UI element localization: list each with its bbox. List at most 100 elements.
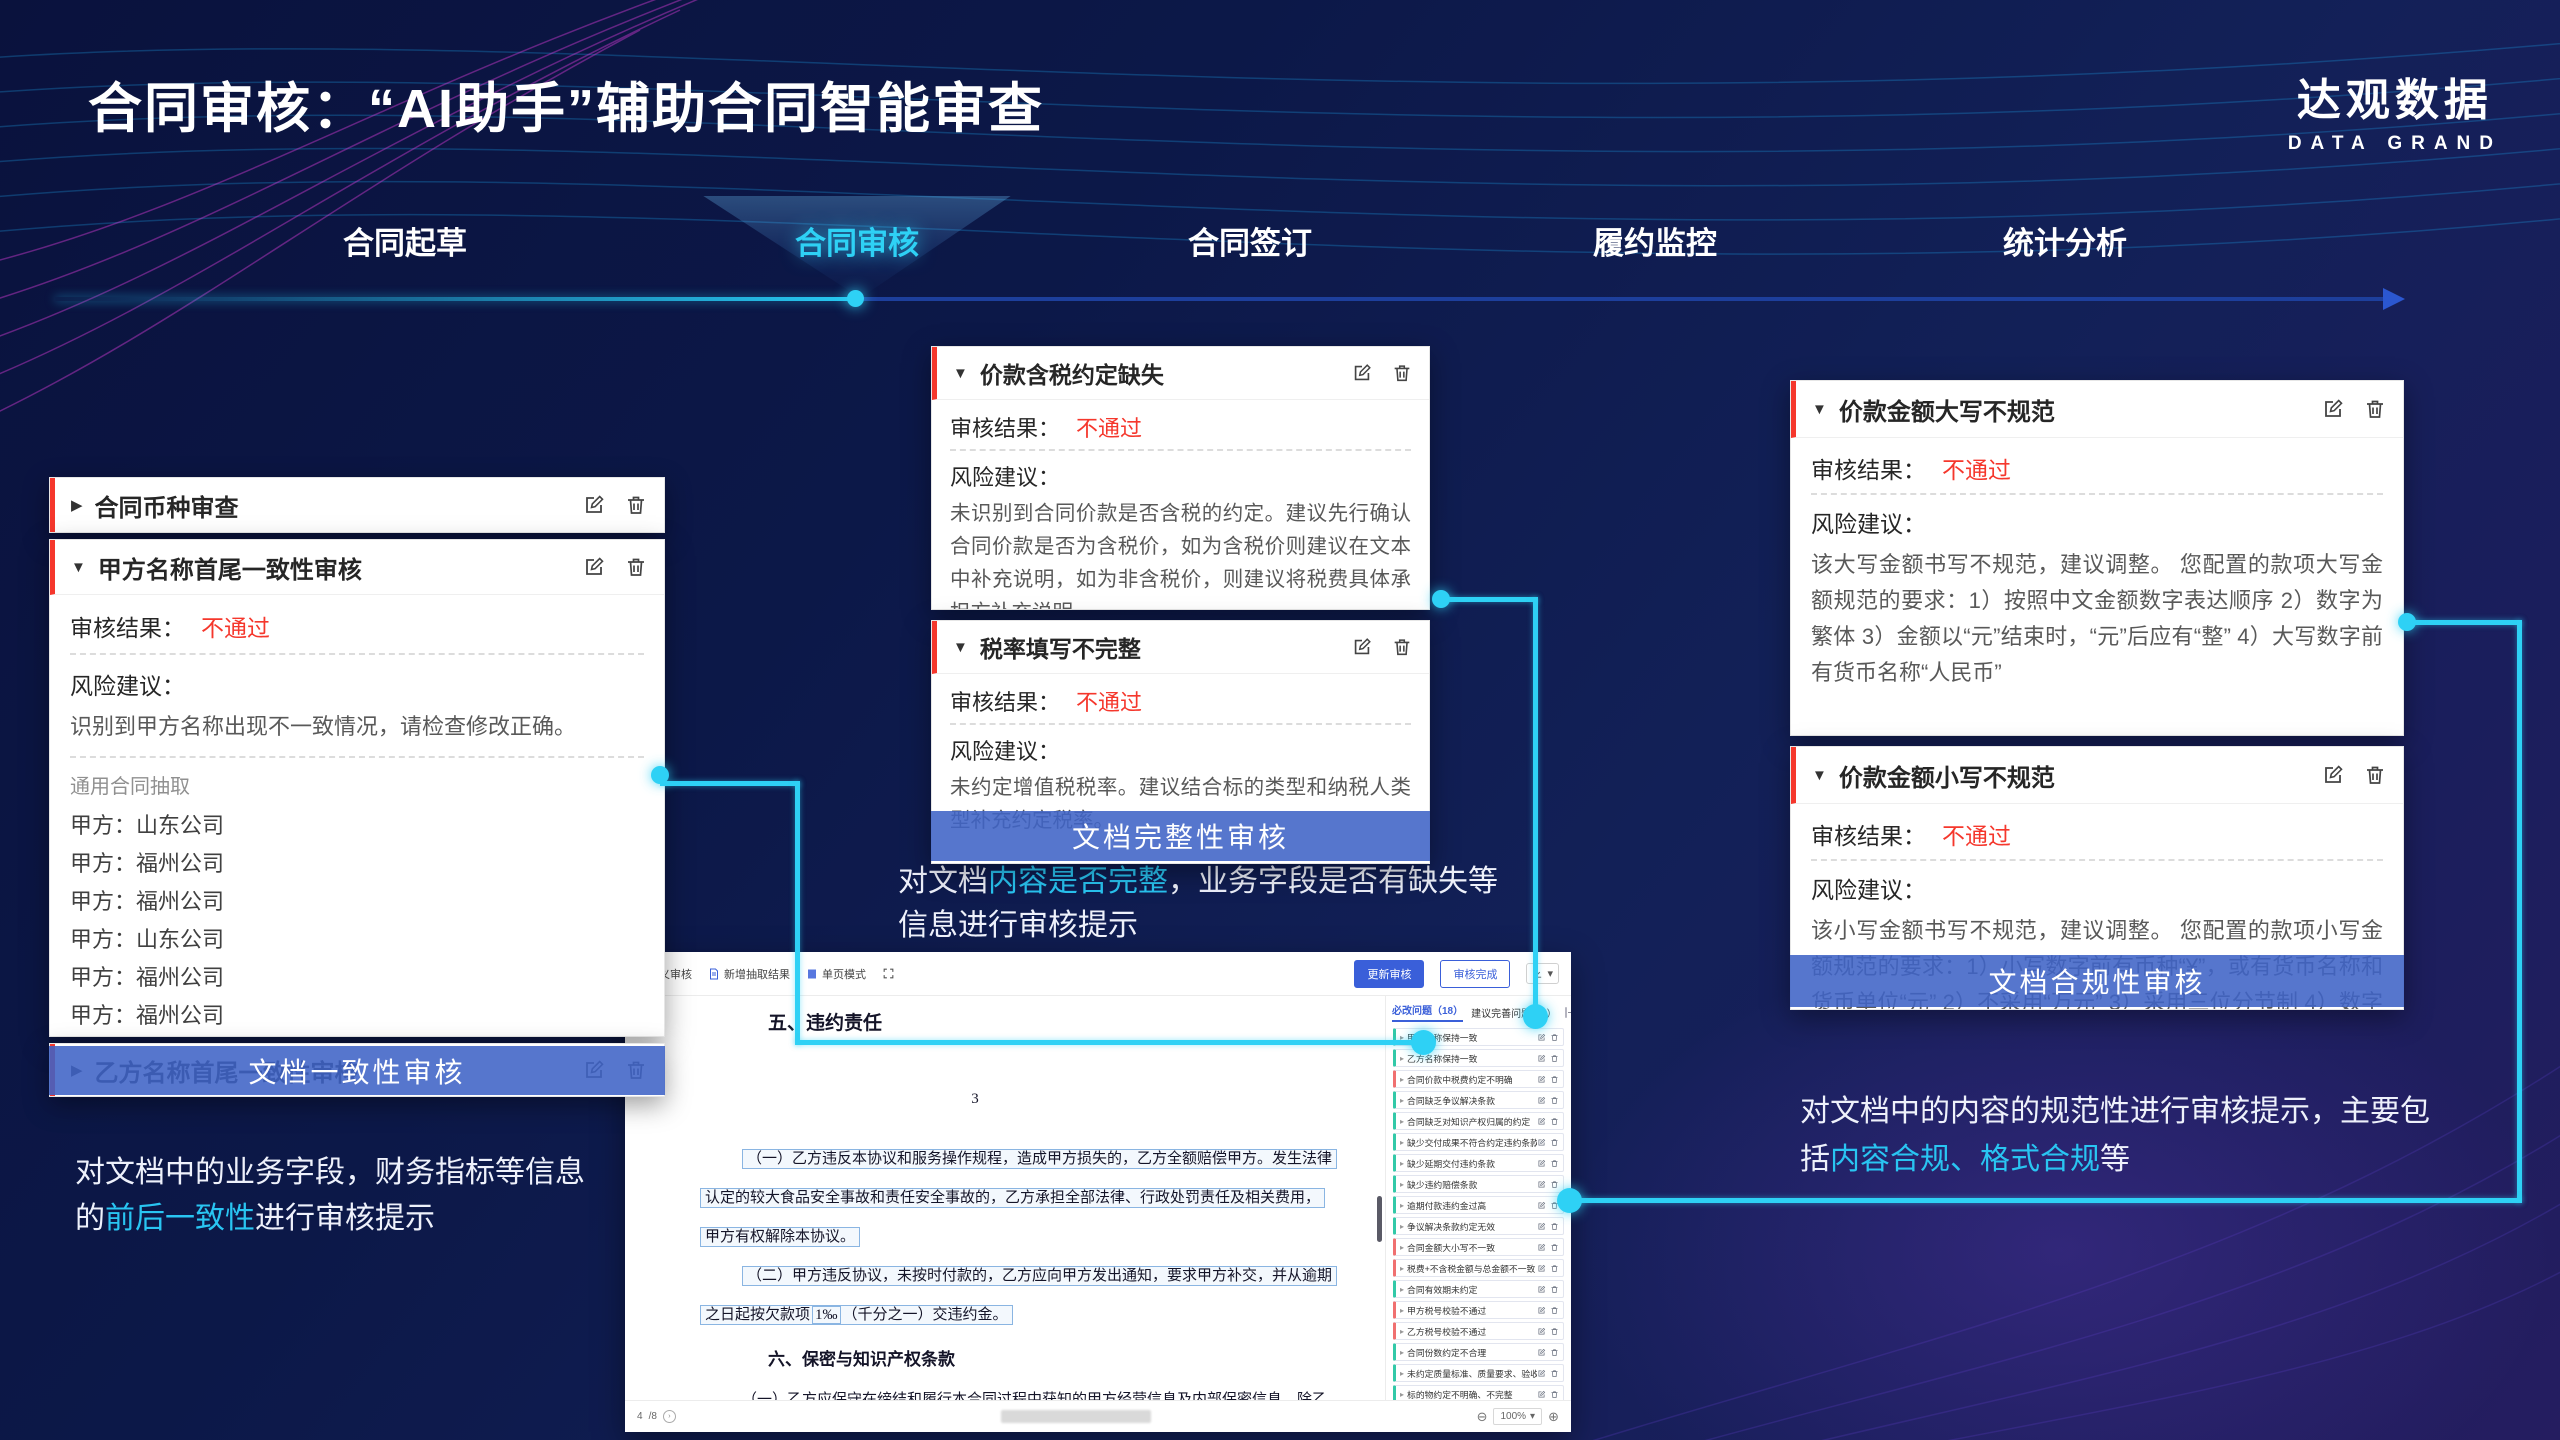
- edit-icon[interactable]: [1537, 1327, 1546, 1336]
- add-extraction-button[interactable]: 新增抽取结果: [708, 966, 790, 982]
- edit-icon[interactable]: [1351, 362, 1373, 384]
- nav-step[interactable]: 履约监控: [1593, 218, 1717, 263]
- delete-icon[interactable]: [1550, 1348, 1559, 1357]
- delete-icon[interactable]: [1550, 1369, 1559, 1378]
- delete-icon[interactable]: [1550, 1180, 1559, 1189]
- issue-row[interactable]: 甲方税号校验不通过: [1393, 1301, 1564, 1319]
- issue-row[interactable]: 缺少延期交付违约条款: [1393, 1154, 1564, 1172]
- review-done-button[interactable]: 审核完成: [1440, 960, 1510, 988]
- edit-icon[interactable]: [2321, 397, 2345, 421]
- delete-icon[interactable]: [1550, 1285, 1559, 1294]
- edit-icon[interactable]: [1537, 1306, 1546, 1315]
- zoom-level-select[interactable]: 100% ▾: [1493, 1408, 1542, 1425]
- review-card-header[interactable]: ▼ 价款金额大写不规范: [1791, 381, 2403, 438]
- edit-icon[interactable]: [2321, 763, 2345, 787]
- review-card-header[interactable]: ▼ 价款金额小写不规范: [1791, 747, 2403, 804]
- delete-icon[interactable]: [1550, 1222, 1559, 1231]
- edit-icon[interactable]: [1537, 1243, 1546, 1252]
- connector-dot: [1432, 590, 1450, 608]
- delete-icon[interactable]: [1550, 1117, 1559, 1126]
- edit-icon[interactable]: [1537, 1390, 1546, 1399]
- zoom-in-icon[interactable]: ⊕: [1548, 1409, 1559, 1425]
- delete-icon[interactable]: [1550, 1033, 1559, 1042]
- edit-icon[interactable]: [1537, 1054, 1546, 1063]
- issue-row[interactable]: 未约定质量标准、质量要求、验收标准: [1393, 1364, 1564, 1382]
- review-card-header[interactable]: ▶ 合同币种审查: [50, 478, 664, 532]
- delete-icon[interactable]: [1550, 1264, 1559, 1273]
- nav-step[interactable]: 合同签订: [1188, 218, 1312, 263]
- brand-logo: 达观数据 DATA GRAND: [2288, 64, 2502, 155]
- edit-icon[interactable]: [1537, 1117, 1546, 1126]
- issue-row[interactable]: 合同金额大小写不一致: [1393, 1238, 1564, 1256]
- update-review-button[interactable]: 更新审核: [1354, 960, 1424, 988]
- connector-line: [1572, 1198, 2522, 1203]
- issue-row[interactable]: 合同份数约定不合理: [1393, 1343, 1564, 1361]
- edit-icon[interactable]: [1537, 1369, 1546, 1378]
- delete-icon[interactable]: [2363, 763, 2387, 787]
- delete-icon[interactable]: [1550, 1159, 1559, 1168]
- issue-row[interactable]: 合同价款中税费约定不明确: [1393, 1070, 1564, 1088]
- single-page-mode-button[interactable]: 单页模式: [806, 966, 866, 982]
- review-card-header[interactable]: ▼ 税率填写不完整: [932, 621, 1429, 674]
- connector-line: [795, 781, 800, 1045]
- edit-icon[interactable]: [1351, 636, 1373, 658]
- delete-icon[interactable]: [624, 493, 648, 517]
- delete-icon[interactable]: [1550, 1327, 1559, 1336]
- edit-icon[interactable]: [1537, 1180, 1546, 1189]
- delete-icon[interactable]: [1391, 636, 1413, 658]
- delete-icon[interactable]: [1550, 1054, 1559, 1063]
- delete-icon[interactable]: [2363, 397, 2387, 421]
- delete-icon[interactable]: [1550, 1075, 1559, 1084]
- delete-icon[interactable]: [1550, 1306, 1559, 1315]
- edit-icon[interactable]: [1537, 1264, 1546, 1273]
- nav-step[interactable]: 统计分析: [2003, 218, 2127, 263]
- edit-icon[interactable]: [1537, 1285, 1546, 1294]
- delete-icon[interactable]: [624, 555, 648, 579]
- edit-icon[interactable]: [1537, 1222, 1546, 1231]
- tab-must-fix-issues[interactable]: 必改问题（18）: [1392, 1002, 1463, 1022]
- delete-icon[interactable]: [1391, 362, 1413, 384]
- issue-row[interactable]: 合同缺乏对知识产权归属的约定: [1393, 1112, 1564, 1130]
- edit-icon[interactable]: [1537, 1033, 1546, 1042]
- issue-row[interactable]: 争议解决条款约定无效: [1393, 1217, 1564, 1235]
- issue-row[interactable]: 缺少违约赔偿条款: [1393, 1175, 1564, 1193]
- issue-label: 缺少违约赔偿条款: [1407, 1178, 1537, 1191]
- delete-icon[interactable]: [1550, 1243, 1559, 1252]
- edit-icon[interactable]: [1537, 1075, 1546, 1084]
- nav-step[interactable]: 合同审核: [795, 218, 919, 263]
- document-scrollbar[interactable]: [1377, 1196, 1382, 1242]
- divider: [1811, 493, 2383, 495]
- zoom-out-icon[interactable]: ⊖: [1477, 1409, 1488, 1425]
- review-card-header[interactable]: ▼ 甲方名称首尾一致性审核: [50, 540, 664, 595]
- review-card-header[interactable]: ▼ 价款含税约定缺失: [932, 347, 1429, 400]
- issue-label: 合同缺乏对知识产权归属的约定: [1407, 1115, 1537, 1128]
- delete-icon[interactable]: [1550, 1096, 1559, 1105]
- process-steps-nav: 合同起草 合同审核 合同签订 履约监控 统计分析: [0, 218, 2560, 270]
- edit-icon[interactable]: [1537, 1201, 1546, 1210]
- edit-icon[interactable]: [1537, 1096, 1546, 1105]
- edit-icon[interactable]: [1537, 1348, 1546, 1357]
- issue-row[interactable]: 合同有效期未约定: [1393, 1280, 1564, 1298]
- delete-icon[interactable]: [1550, 1138, 1559, 1147]
- extract-item: 甲方：福州公司: [70, 845, 644, 883]
- desc-highlight: 前后一致性: [105, 1202, 255, 1235]
- chevron-down-icon: ▼: [1812, 402, 1827, 417]
- download-button[interactable]: ▾: [1526, 963, 1559, 984]
- issue-row[interactable]: 税费+不含税金额与总金额不一致: [1393, 1259, 1564, 1277]
- edit-icon[interactable]: [582, 555, 606, 579]
- delete-icon[interactable]: [1550, 1390, 1559, 1399]
- collapse-all-icon[interactable]: [1565, 1007, 1567, 1018]
- edit-icon[interactable]: [1537, 1138, 1546, 1147]
- page-jump-icon[interactable]: ›: [663, 1410, 676, 1423]
- fullscreen-icon: [882, 967, 895, 980]
- fullscreen-button[interactable]: [882, 967, 895, 980]
- nav-step[interactable]: 合同起草: [343, 218, 467, 263]
- issue-row[interactable]: 逾期付款违约金过高: [1393, 1196, 1564, 1214]
- edit-icon[interactable]: [1537, 1159, 1546, 1168]
- issue-row[interactable]: 合同缺乏争议解决条款: [1393, 1091, 1564, 1109]
- issue-row[interactable]: 乙方税号校验不通过: [1393, 1322, 1564, 1340]
- edit-icon[interactable]: [582, 493, 606, 517]
- issue-row[interactable]: 缺少交付成果不符合约定违约条款: [1393, 1133, 1564, 1151]
- page-total: /8: [649, 1411, 657, 1422]
- brand-logo-en: DATA GRAND: [2288, 133, 2502, 155]
